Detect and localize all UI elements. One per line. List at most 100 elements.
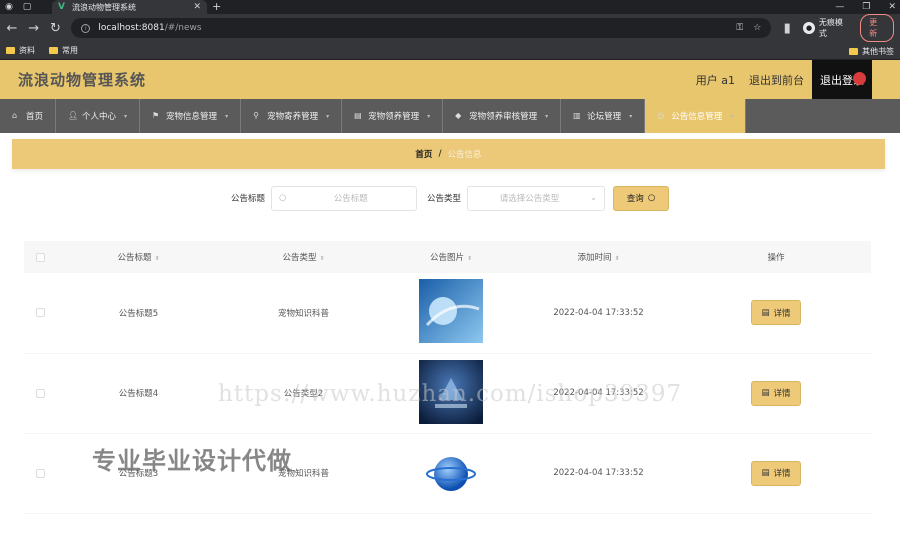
nav-label: 宠物领养审核管理 xyxy=(469,112,538,122)
nav-item-pet-adoption[interactable]: ▤ 宠物领养管理 ▾ xyxy=(342,99,444,133)
detail-button[interactable]: ▤ 详情 xyxy=(751,460,801,486)
pin-icon: ⚲ xyxy=(253,111,259,120)
update-button[interactable]: 更新 xyxy=(860,14,894,42)
browser-menu-icon[interactable]: ◉ xyxy=(0,0,18,14)
column-header-image[interactable]: 公告图片 ⬍ xyxy=(386,241,516,273)
table-header-row: 公告标题 ⬍ 公告类型 ⬍ 公告图片 ⬍ 添加时间 ⬍ 操作 xyxy=(24,241,871,273)
logout-button[interactable]: 退出登录 xyxy=(812,60,872,99)
breadcrumb-separator: / xyxy=(438,149,442,159)
nav-label: 宠物信息管理 xyxy=(166,112,218,122)
window-controls: — ❐ ✕ xyxy=(835,0,896,14)
chevron-down-icon: ⌄ xyxy=(589,193,598,203)
detail-button[interactable]: ▤ 详情 xyxy=(751,300,801,326)
header-label: 操作 xyxy=(767,253,785,263)
detail-label: 详情 xyxy=(773,389,791,399)
nav-menu: ⌂ 首页 👤︎ 个人中心 ▾ ⚑ 宠物信息管理 ▾ ⚲ 宠物寄养管理 ▾ ▤ 宠… xyxy=(0,99,900,133)
cell-title: 公告标题4 xyxy=(56,353,221,434)
incognito-indicator[interactable]: ● 无痕模式 xyxy=(803,17,850,39)
flag-icon: ⚑ xyxy=(152,111,160,120)
column-header-type[interactable]: 公告类型 ⬍ xyxy=(221,241,386,273)
restore-icon[interactable]: ❐ xyxy=(862,0,870,14)
column-header-action: 操作 xyxy=(681,241,871,273)
chevron-down-icon: ▾ xyxy=(629,112,633,120)
detail-label: 详情 xyxy=(773,308,791,319)
title-search-input[interactable]: ○ 公告标题 xyxy=(271,185,417,211)
cell-time: 2022-04-04 17:33:52 xyxy=(516,433,681,514)
query-button[interactable]: 查询 ○ xyxy=(613,185,670,211)
chevron-down-icon: ▾ xyxy=(124,112,128,120)
app-title: 流浪动物管理系统 xyxy=(18,71,147,89)
minimize-icon[interactable]: — xyxy=(835,0,844,14)
sort-icon[interactable]: ⬍ xyxy=(154,255,159,262)
search-form: 公告标题 ○ 公告标题 公告类型 请选择公告类型 ⌄ 查询 ○ xyxy=(0,173,900,223)
row-checkbox[interactable] xyxy=(35,308,45,318)
nav-item-forum[interactable]: ▥ 论坛管理 ▾ xyxy=(561,99,646,133)
user-icon: 👤︎ xyxy=(68,111,79,120)
cell-title: 公告标题5 xyxy=(56,273,221,354)
type-select[interactable]: 请选择公告类型 ⌄ xyxy=(467,185,606,211)
bookmarks-bar: 资料 常用 其他书签 xyxy=(0,42,900,60)
nav-label: 公告信息管理 xyxy=(671,112,723,122)
chevron-down-icon: ▾ xyxy=(545,112,549,120)
nav-label: 首页 xyxy=(26,112,44,122)
cursor-highlight-icon xyxy=(853,72,866,85)
row-checkbox[interactable] xyxy=(35,468,45,478)
bookmark-item[interactable]: 资料 xyxy=(6,45,35,56)
home-icon: ⌂ xyxy=(12,111,18,120)
bookmark-label: 常用 xyxy=(62,46,78,55)
document-icon: ▤ xyxy=(761,468,770,478)
chevron-down-icon: ▾ xyxy=(427,112,431,120)
column-header-time[interactable]: 添加时间 ⬍ xyxy=(516,241,681,273)
site-info-icon[interactable]: i xyxy=(81,23,91,33)
browser-tab[interactable]: V 流浪动物管理系统 ✕ xyxy=(52,0,207,14)
sidebar-icon[interactable]: ▮ xyxy=(781,21,793,36)
notice-image[interactable] xyxy=(419,279,483,344)
url-path: /#/news xyxy=(164,23,202,33)
new-tab-button[interactable]: + xyxy=(212,0,221,14)
back-icon[interactable]: ← xyxy=(6,21,18,36)
close-tab-icon[interactable]: ✕ xyxy=(193,2,201,12)
header-label: 公告图片 xyxy=(429,253,464,263)
nav-item-adoption-review[interactable]: ◆ 宠物领养审核管理 ▾ xyxy=(443,99,562,133)
reload-icon[interactable]: ↻ xyxy=(50,21,62,36)
chart-icon: ▥ xyxy=(573,111,581,120)
sort-icon[interactable]: ⬍ xyxy=(319,255,324,262)
detail-button[interactable]: ▤ 详情 xyxy=(751,380,801,406)
chevron-down-icon: ▾ xyxy=(225,112,229,120)
select-all-checkbox[interactable] xyxy=(35,252,45,262)
nav-item-pet-info[interactable]: ⚑ 宠物信息管理 ▾ xyxy=(140,99,242,133)
nav-label: 宠物领养管理 xyxy=(368,112,420,122)
notice-image[interactable] xyxy=(419,439,483,504)
nav-label: 宠物寄养管理 xyxy=(267,112,319,122)
back-to-front-button[interactable]: 退出到前台 xyxy=(749,72,804,88)
watermark-text: 专业毕业设计代做 xyxy=(92,447,292,475)
star-icon[interactable]: ☆ xyxy=(753,23,761,33)
nav-item-notice[interactable]: ◷ 公告信息管理 ▾ xyxy=(645,99,747,133)
sort-icon[interactable]: ⬍ xyxy=(467,255,472,262)
column-header-title[interactable]: 公告标题 ⬍ xyxy=(56,241,221,273)
tab-list-icon[interactable]: ▢ xyxy=(18,0,36,14)
url-input[interactable]: i localhost:8081/#/news ⚿ ☆ xyxy=(71,18,772,38)
tab-title: 流浪动物管理系统 xyxy=(72,2,136,12)
url-host: localhost:8081 xyxy=(98,23,165,33)
nav-item-personal-center[interactable]: 👤︎ 个人中心 ▾ xyxy=(56,99,141,133)
clock-icon: ◷ xyxy=(657,111,665,120)
cell-type: 宠物知识科普 xyxy=(221,273,386,354)
bookmark-label: 资料 xyxy=(19,46,35,55)
row-checkbox[interactable] xyxy=(35,388,45,398)
detail-label: 详情 xyxy=(773,469,791,479)
folder-icon xyxy=(6,47,15,54)
close-window-icon[interactable]: ✕ xyxy=(888,0,896,14)
bookmark-item[interactable]: 常用 xyxy=(49,45,78,56)
current-user: 用户 a1 xyxy=(695,73,735,87)
header-label: 公告类型 xyxy=(282,253,317,263)
nav-item-pet-foster[interactable]: ⚲ 宠物寄养管理 ▾ xyxy=(241,99,343,133)
other-bookmarks[interactable]: 其他书签 xyxy=(849,42,894,60)
incognito-icon: ● xyxy=(803,22,815,34)
sort-icon[interactable]: ⬍ xyxy=(614,255,619,262)
forward-icon[interactable]: → xyxy=(28,21,40,36)
breadcrumb-home[interactable]: 首页 xyxy=(415,148,432,160)
key-icon[interactable]: ⚿ xyxy=(736,23,743,33)
nav-item-home[interactable]: ⌂ 首页 xyxy=(0,99,57,133)
search-icon: ○ xyxy=(647,193,656,203)
